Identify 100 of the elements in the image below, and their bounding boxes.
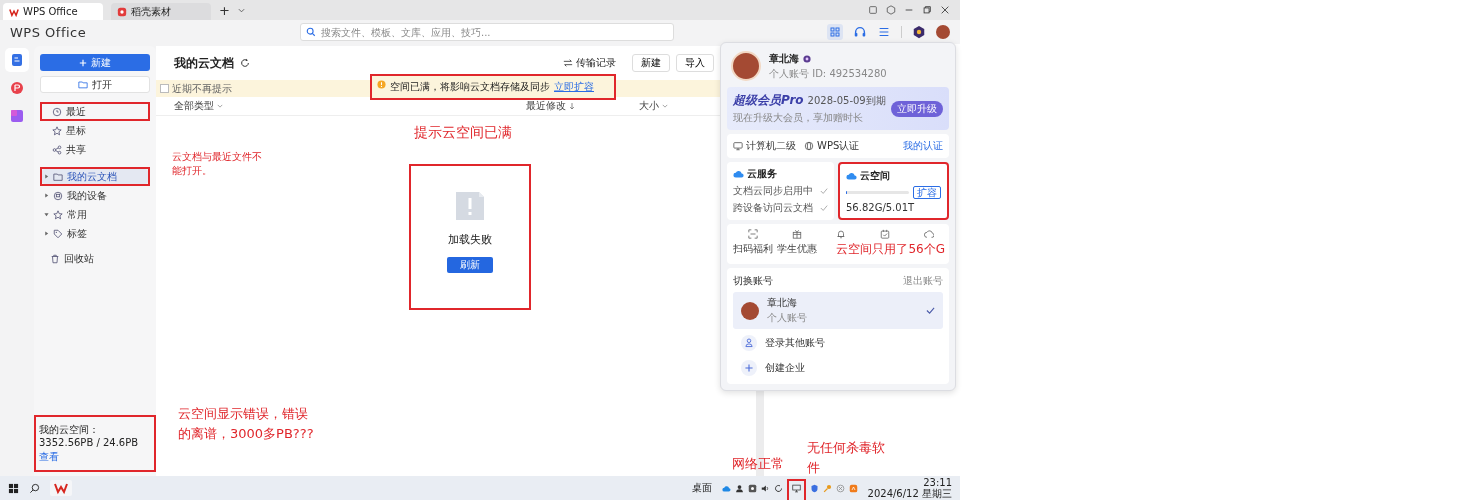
pro-title: 超级会员Pro bbox=[733, 92, 804, 109]
view-link[interactable]: 查看 bbox=[39, 450, 59, 464]
refresh-icon[interactable] bbox=[240, 58, 250, 68]
device-icon bbox=[53, 190, 63, 201]
caret-right-icon[interactable] bbox=[44, 193, 49, 198]
logout-link[interactable]: 退出账号 bbox=[903, 274, 943, 288]
close-icon[interactable] bbox=[940, 5, 950, 15]
tag-icon bbox=[53, 228, 63, 239]
annotation-text: 云空间显示错误，错误的离谱，3000多PB??? bbox=[178, 405, 314, 443]
storage-usage: 我的云空间：3352.56PB / 24.6PB bbox=[39, 423, 140, 448]
avatar[interactable] bbox=[936, 25, 950, 39]
grid-icon[interactable] bbox=[827, 24, 843, 40]
clock-time[interactable]: 23:11 bbox=[923, 477, 952, 488]
warning-message: 空间已满，将影响云文档存储及同步 bbox=[390, 80, 550, 94]
search-icon[interactable] bbox=[29, 482, 40, 494]
person-icon bbox=[741, 335, 757, 351]
menu-icon[interactable] bbox=[877, 25, 891, 39]
search-field[interactable]: 搜索文件、模板、文库、应用、技巧... bbox=[300, 23, 674, 41]
sidebar-item[interactable]: 回收站 bbox=[40, 251, 150, 266]
service-status: 文档云同步启用中 bbox=[733, 184, 813, 198]
clock-date[interactable]: 2024/6/12 星期三 bbox=[867, 488, 952, 499]
dismiss-checkbox[interactable]: 近期不再提示 bbox=[160, 81, 232, 96]
browser-tab[interactable]: WPS Office bbox=[3, 3, 103, 20]
maximize-icon[interactable] bbox=[922, 5, 932, 15]
annotation-text: 网络正常 bbox=[731, 455, 784, 473]
w-logo-icon[interactable] bbox=[50, 480, 72, 496]
caret-right-icon[interactable] bbox=[44, 174, 49, 179]
new-tab-button[interactable]: + bbox=[219, 3, 230, 17]
service-status: 跨设备访问云文档 bbox=[733, 201, 813, 215]
document-icon[interactable] bbox=[5, 48, 29, 72]
plus-icon bbox=[79, 58, 87, 67]
avatar bbox=[731, 51, 761, 81]
desktop-label[interactable]: 桌面 bbox=[691, 481, 712, 495]
check-icon bbox=[926, 306, 935, 315]
arrow-down-icon bbox=[569, 102, 575, 110]
windows-start-icon[interactable] bbox=[8, 482, 19, 494]
expand-button[interactable]: 扩容 bbox=[913, 186, 941, 199]
annotation-text: 提示云空间已满 bbox=[414, 124, 512, 142]
shortcut-label[interactable]: 扫码福利 bbox=[733, 242, 773, 256]
open-button[interactable]: 打开 bbox=[40, 76, 150, 93]
expand-link[interactable]: 立即扩容 bbox=[554, 80, 594, 94]
gift-icon[interactable] bbox=[792, 229, 802, 239]
toolbar-button[interactable]: 新建 bbox=[632, 54, 670, 72]
hexagon-icon[interactable] bbox=[912, 25, 926, 39]
pro-subtitle: 现在升级大会员，享加赠时长 bbox=[733, 111, 864, 125]
shortcut-label[interactable]: 学生优惠 bbox=[777, 242, 817, 256]
certification-link[interactable]: WPS认证 bbox=[804, 139, 860, 153]
star-icon bbox=[53, 209, 63, 220]
app-tray-icon[interactable] bbox=[747, 483, 757, 493]
tree-item[interactable]: 我的云文档 bbox=[42, 169, 148, 184]
chevron-down-icon bbox=[217, 103, 223, 109]
calendar-check-icon[interactable] bbox=[880, 229, 890, 239]
column-header[interactable]: 全部类型 bbox=[174, 99, 502, 113]
account-item[interactable]: 章北海 个人账号 bbox=[733, 292, 943, 329]
refresh-button[interactable]: 刷新 bbox=[447, 257, 493, 273]
column-header[interactable]: 大小 bbox=[639, 99, 668, 113]
headset-icon[interactable] bbox=[853, 25, 867, 39]
volume-icon[interactable] bbox=[760, 483, 770, 493]
account-action[interactable]: 创建企业 bbox=[733, 357, 943, 379]
sidebar-item[interactable]: 共享 bbox=[42, 142, 148, 157]
account-action[interactable]: 登录其他账号 bbox=[733, 332, 943, 354]
trash-icon bbox=[50, 253, 60, 264]
tree-item[interactable]: 标签 bbox=[42, 226, 148, 241]
certification-link[interactable]: 计算机二级 bbox=[733, 139, 796, 153]
person-icon[interactable] bbox=[734, 483, 744, 493]
file-warning-icon bbox=[454, 190, 486, 222]
browser-tab[interactable]: 稻壳素材 bbox=[111, 3, 211, 20]
shield-icon[interactable] bbox=[809, 483, 819, 493]
cloud-sync-icon[interactable] bbox=[924, 229, 934, 239]
app-logo-icon bbox=[117, 6, 127, 17]
cloud-icon bbox=[733, 170, 744, 178]
network-icon[interactable] bbox=[791, 484, 801, 493]
caret-down-icon[interactable] bbox=[44, 212, 49, 217]
folder-icon bbox=[53, 171, 63, 182]
chevron-down-icon[interactable] bbox=[237, 6, 245, 14]
column-header[interactable]: 最近修改 bbox=[526, 99, 575, 113]
new-button[interactable]: 新建 bbox=[40, 54, 150, 71]
upgrade-button[interactable]: 立即升级 bbox=[891, 100, 943, 117]
window-icon[interactable] bbox=[868, 5, 878, 15]
circle-x-icon[interactable] bbox=[835, 483, 845, 493]
sidebar-item[interactable]: 星标 bbox=[42, 123, 148, 138]
scan-icon[interactable] bbox=[748, 229, 758, 239]
star-icon bbox=[52, 125, 62, 136]
share-icon bbox=[52, 144, 62, 155]
transfer-link[interactable]: 传输记录 bbox=[563, 56, 616, 70]
bell-icon[interactable] bbox=[836, 229, 846, 239]
sidebar-item[interactable]: 最近 bbox=[42, 104, 148, 119]
storage-usage: 56.82G/5.01T bbox=[846, 202, 916, 213]
tree-item[interactable]: 常用 bbox=[42, 207, 148, 222]
tree-item[interactable]: 我的设备 bbox=[42, 188, 148, 203]
my-certification-link[interactable]: 我的认证 bbox=[903, 139, 943, 153]
caret-right-icon[interactable] bbox=[44, 231, 49, 236]
cloud-icon bbox=[846, 172, 857, 180]
annotation-text: 无任何杀毒软件 bbox=[806, 439, 886, 477]
toolbar-button[interactable]: 导入 bbox=[676, 54, 714, 72]
folder-icon bbox=[78, 80, 88, 89]
app-logo: WPS Office bbox=[10, 24, 88, 40]
error-message: 加载失败 bbox=[448, 232, 492, 247]
search-icon bbox=[306, 27, 316, 37]
user-name: 章北海 bbox=[769, 51, 799, 66]
